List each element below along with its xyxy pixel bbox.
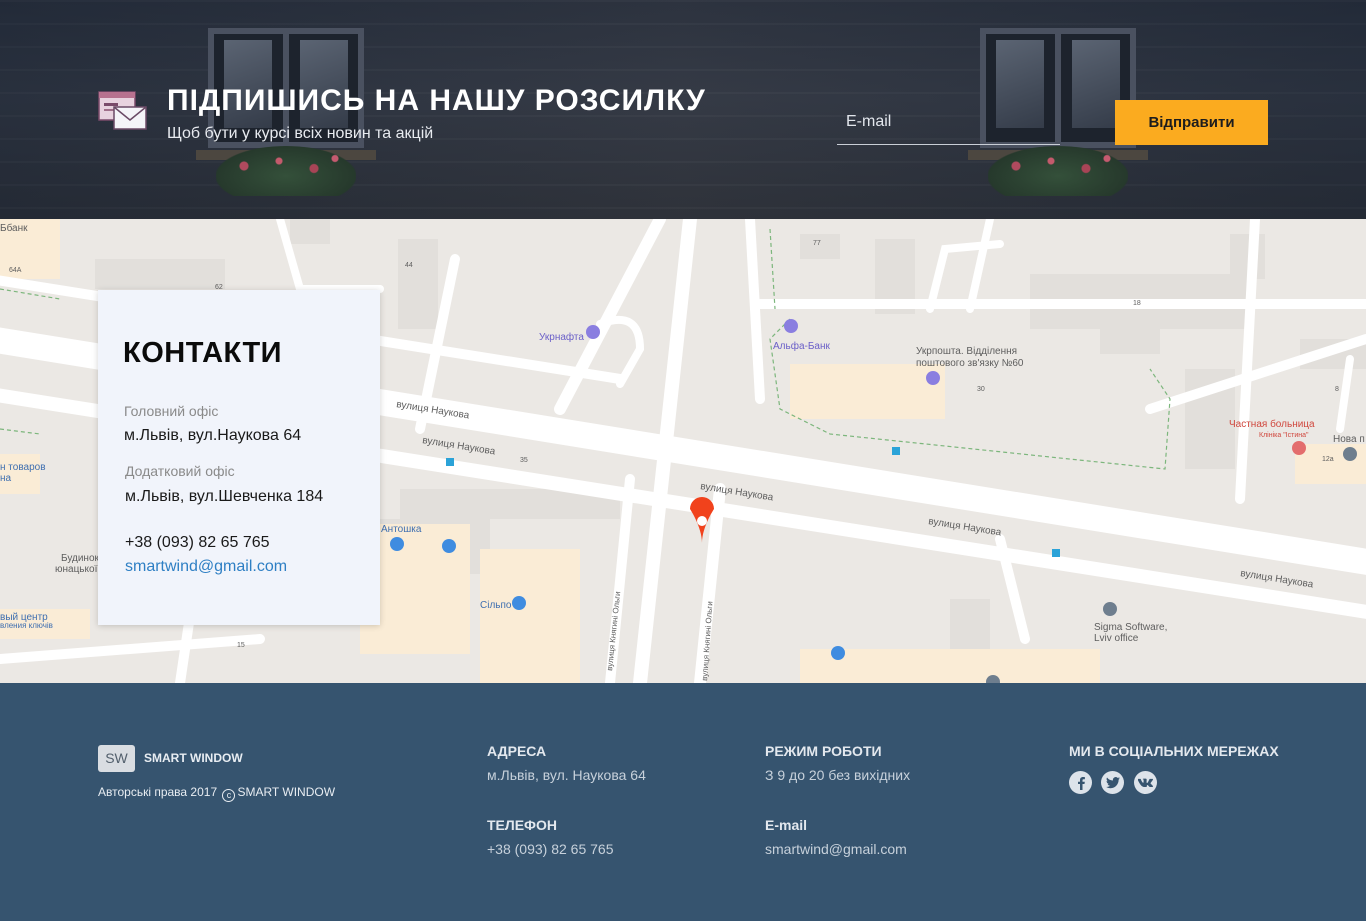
footer-logo-name: SMART WINDOW [144, 751, 243, 765]
map-label: Lviv office [1094, 633, 1139, 644]
facebook-icon[interactable] [1069, 771, 1092, 794]
footer-hours-heading: РЕЖИМ РОБОТИ [765, 743, 882, 759]
map-label: 35 [520, 457, 528, 464]
newsletter-title: ПІДПИШИСЬ НА НАШУ РОЗСИЛКУ [167, 84, 706, 117]
newsletter-envelope-icon [98, 91, 147, 130]
footer-email-heading: E-mail [765, 817, 808, 833]
extra-office-address: м.Львів, вул.Шевченка 184 [125, 488, 324, 505]
map-label: Ббанк [0, 222, 28, 234]
map-street-label: вулиця Наукова [928, 516, 1003, 538]
map-label: 77 [813, 240, 821, 247]
map-label: Клініка "Істина" [1259, 431, 1309, 439]
main-office-address: м.Львів, вул.Наукова 64 [124, 427, 302, 444]
map-label: Sigma Software, [1094, 622, 1167, 633]
map-label: юнацької [55, 564, 98, 575]
map-label: 8 [1335, 386, 1339, 393]
map-label: 15 [237, 642, 245, 649]
contacts-phone: +38 (093) 82 65 765 [125, 534, 270, 551]
main-office-label: Головний офіс [124, 403, 219, 419]
footer-phone-value[interactable]: +38 (093) 82 65 765 [487, 841, 614, 857]
copyright-text: Авторські права 2017 c SMART WINDOW [98, 785, 335, 802]
footer-hours-value: З 9 до 20 без вихідних [765, 767, 911, 783]
map-label: 64А [9, 267, 22, 274]
flowers-image [988, 146, 1128, 196]
footer-phone-heading: ТЕЛЕФОН [487, 817, 557, 833]
map-label: 18 [1133, 300, 1141, 307]
map-label: Нова п [1333, 434, 1365, 445]
map-label: Укрпошта. Відділення [916, 346, 1017, 357]
window-decoration-left [186, 18, 386, 218]
contacts-email-link[interactable]: smartwind@gmail.com [125, 558, 287, 576]
newsletter-email-input[interactable] [837, 108, 1060, 145]
map-label: 12а [1322, 456, 1334, 463]
map-label: 30 [977, 386, 985, 393]
map-label: Укрнафта [539, 331, 584, 343]
copyright-icon: c [222, 789, 236, 802]
map-label: Частная больница [1229, 418, 1315, 430]
contacts-card: КОНТАКТИ Головний офіс м.Львів, вул.Наук… [98, 290, 380, 625]
copyright-brand: SMART WINDOW [237, 785, 336, 799]
map-label: Антошка [381, 524, 422, 535]
footer-address-heading: АДРЕСА [487, 743, 547, 759]
map-label: 44 [405, 262, 413, 269]
map-label: Будинок [61, 553, 100, 564]
map-label: вления ключів [0, 621, 53, 630]
map-label: поштового зв'язку №60 [916, 358, 1024, 369]
flowers-image [216, 146, 356, 196]
map-street-label: вулиця Наукова [700, 481, 775, 503]
extra-office-label: Додатковий офіс [125, 463, 235, 479]
vk-icon[interactable] [1134, 771, 1157, 794]
newsletter-banner: ПІДПИШИСЬ НА НАШУ РОЗСИЛКУ Щоб бути у ку… [0, 0, 1366, 219]
contacts-title: КОНТАКТИ [123, 337, 283, 369]
footer-email-value[interactable]: smartwind@gmail.com [765, 841, 907, 857]
footer [0, 683, 1366, 921]
map-label: Альфа-Банк [773, 340, 830, 352]
newsletter-subtitle: Щоб бути у курсі всіх новин та акцій [167, 125, 434, 142]
copyright-prefix: Авторські права 2017 [98, 785, 218, 799]
map-label: Сільпо [480, 600, 512, 611]
twitter-icon[interactable] [1101, 771, 1124, 794]
map-street-label: вулиця Наукова [422, 435, 497, 457]
footer-address-value: м.Львів, вул. Наукова 64 [487, 767, 646, 783]
newsletter-submit-button[interactable]: Відправити [1115, 100, 1268, 145]
map-label: на [0, 473, 12, 484]
footer-social-heading: МИ В СОЦІАЛЬНИХ МЕРЕЖАХ [1069, 743, 1279, 759]
map-label: н товаров [0, 462, 46, 473]
footer-logo[interactable]: SW [98, 745, 135, 772]
